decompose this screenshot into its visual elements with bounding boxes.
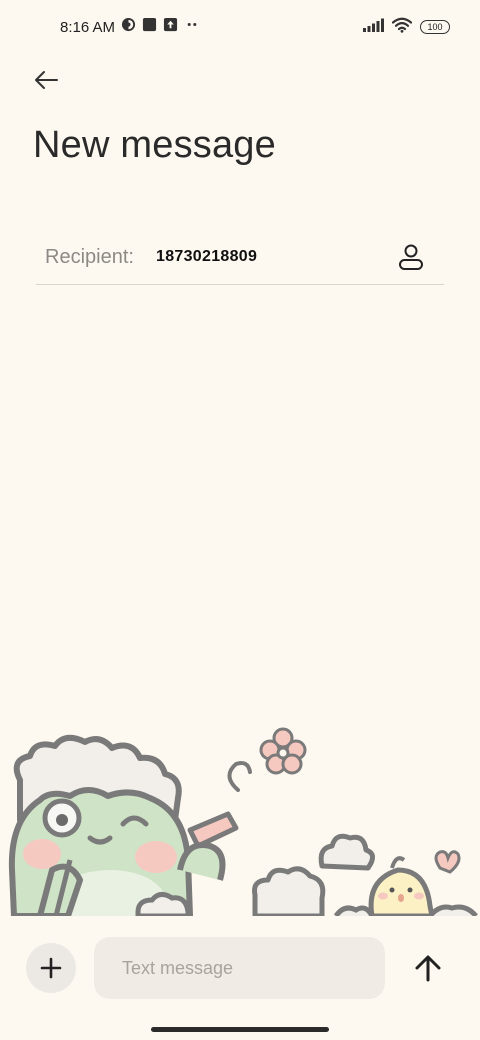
wallpaper-stickers (0, 720, 480, 916)
status-time: 8:16 AM (60, 19, 116, 36)
status-icons-left (121, 17, 200, 37)
page-title: New message (33, 124, 276, 166)
recipient-label: Recipient: (45, 246, 134, 268)
recipient-field[interactable]: Recipient: 18730218809 (36, 230, 444, 285)
attach-button[interactable] (26, 943, 76, 993)
frog-sticker (8, 734, 239, 916)
compose-bar (0, 916, 480, 1020)
contact-picker-button[interactable] (396, 242, 426, 272)
send-arrow-icon (415, 955, 441, 982)
plus-icon (40, 957, 62, 979)
status-icons-right: 100 (362, 17, 450, 38)
wifi-icon (391, 17, 413, 38)
recipient-value[interactable]: 18730218809 (156, 248, 257, 266)
back-button[interactable] (30, 64, 62, 96)
send-button[interactable] (408, 948, 448, 988)
battery-level: 100 (427, 22, 443, 32)
message-input[interactable] (94, 937, 385, 999)
flower-icon (259, 727, 307, 775)
home-indicator[interactable] (151, 1027, 329, 1032)
signal-icon (362, 18, 384, 37)
more-dots-icon (184, 17, 200, 37)
heart-icon (434, 850, 461, 874)
vpn-icon (121, 17, 136, 37)
back-arrow-icon (35, 71, 58, 89)
person-icon (399, 244, 423, 270)
app-square-icon (142, 17, 157, 37)
battery-icon: 100 (420, 20, 450, 34)
upload-icon (163, 17, 178, 37)
status-bar: 8:16 AM 100 (0, 0, 480, 56)
